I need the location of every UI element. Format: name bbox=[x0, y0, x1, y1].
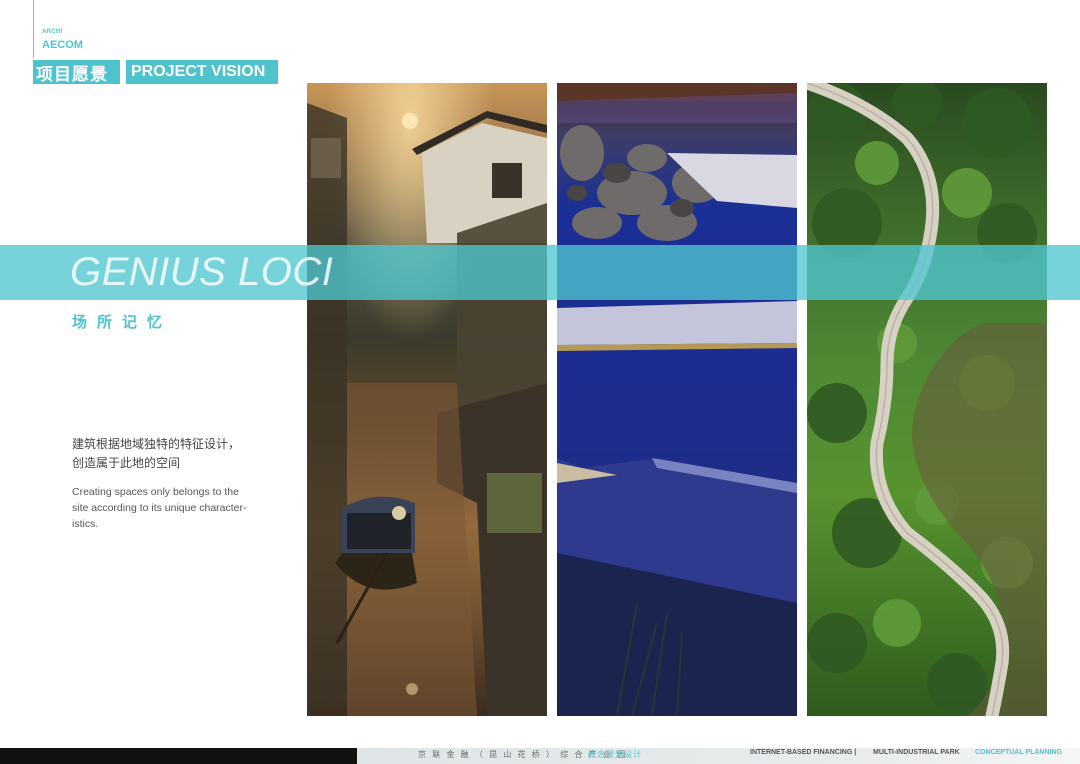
hero-title: GENIUS LOCI bbox=[70, 250, 334, 294]
footer-dark-bar bbox=[0, 748, 357, 764]
section-tag-en: PROJECT VISION bbox=[126, 60, 278, 84]
night-water-feature-photo bbox=[557, 83, 797, 716]
footer-en-label-2: MULTI-INDUSTRIAL PARK bbox=[873, 749, 960, 756]
brand-small-label: ARCHI bbox=[42, 29, 63, 35]
water-town-canal-photo bbox=[307, 83, 547, 716]
footer-en-label-1: INTERNET-BASED FINANCING | bbox=[750, 749, 857, 756]
footer-en-phase: CONCEPTUAL PLANNING bbox=[975, 749, 1062, 756]
header-accent-line bbox=[33, 0, 34, 58]
footer-phase-cn: 概念规划设计 bbox=[588, 750, 642, 759]
description-en-line-1: Creating spaces only belongs to the bbox=[72, 486, 239, 498]
description-cn-line-2: 创造属于此地的空间 bbox=[72, 456, 181, 470]
hero-subtitle-cn: 场所记忆 bbox=[72, 314, 173, 331]
section-tag-cn: 项目愿景 bbox=[33, 60, 120, 84]
description-cn-line-1: 建筑根据地域独特的特征设计， bbox=[72, 437, 241, 451]
garden-path-aerial-photo bbox=[807, 83, 1047, 716]
brand-logo-text: AECOM bbox=[42, 39, 83, 51]
description-en-line-2: site according to its unique character- bbox=[72, 502, 247, 514]
description-en-line-3: istics. bbox=[72, 518, 99, 530]
